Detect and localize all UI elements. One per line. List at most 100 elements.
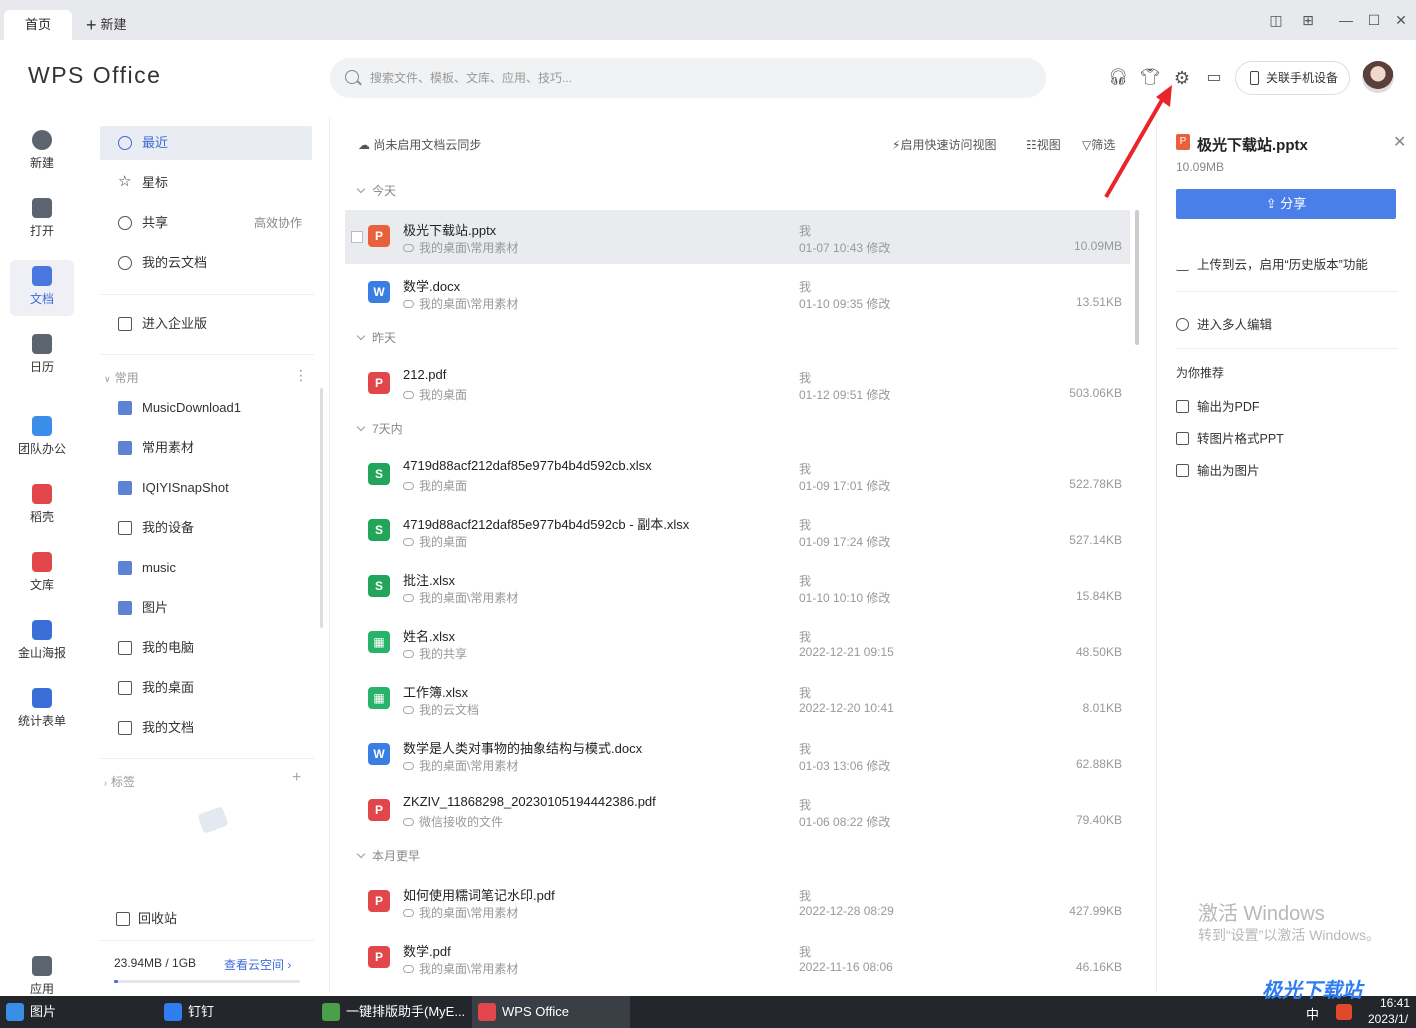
file-row[interactable]: W 数学是人类对事物的抽象结构与模式.docx 我的桌面\常用素材 我 01-03 13…: [345, 728, 1130, 782]
file-detail-panel: P 极光下载站.pptx ✕ 10.09MB ⇪ 分享 上传到云，启用“历史版本…: [1156, 118, 1416, 993]
sidebar-common-item[interactable]: 我的文档: [100, 711, 312, 745]
sidebar-item-recycle[interactable]: 回收站: [100, 902, 312, 936]
link-phone-button[interactable]: 关联手机设备: [1235, 61, 1350, 95]
nav-item-8[interactable]: 统计表单: [10, 682, 74, 738]
activation-watermark-title: 激活 Windows: [1198, 903, 1325, 925]
add-tag-icon[interactable]: +: [292, 769, 301, 787]
file-row[interactable]: P 如何使用糯词笔记水印.pdf 我的桌面\常用素材 我 2022-12-28 08:2…: [345, 875, 1130, 929]
group-title: 7天内: [372, 422, 403, 436]
chevron-down-icon: [356, 422, 366, 432]
group-header-today[interactable]: 今天: [356, 182, 396, 199]
tab-new-button[interactable]: + 新建: [86, 10, 127, 40]
nav-item-3[interactable]: 日历: [10, 328, 74, 384]
sidebar-common-item[interactable]: MusicDownload1: [100, 391, 312, 425]
sidebar-item-star[interactable]: ☆ 星标: [100, 166, 312, 200]
sogou-ime-icon[interactable]: [1336, 1004, 1352, 1020]
multi-edit-action[interactable]: 进入多人编辑: [1176, 314, 1272, 333]
filter-button[interactable]: ▽筛选: [1082, 136, 1115, 153]
nav-item-0[interactable]: 新建: [10, 124, 74, 180]
file-row[interactable]: S 4719d88acf212daf85e977b4b4d592cb.xlsx 我的…: [345, 448, 1130, 502]
cloud-sync-status[interactable]: ☁ 尚未启用文档云同步: [358, 136, 481, 153]
sidebar-scrollbar[interactable]: [320, 388, 323, 628]
group-header-week[interactable]: 7天内: [356, 420, 403, 437]
nav-item-2[interactable]: 文档: [10, 260, 74, 316]
file-row[interactable]: P 数学.pdf 我的桌面\常用素材 我 2022-11-16 08:06 46.16KB: [345, 931, 1130, 985]
recommend-action[interactable]: 输出为PDF: [1176, 396, 1260, 415]
clock-date[interactable]: 2023/1/: [1368, 1012, 1408, 1026]
view-button[interactable]: ☷视图: [1026, 136, 1061, 153]
quick-view-button[interactable]: ⚡︎启用快速访问视图: [892, 136, 996, 153]
taskbar-app[interactable]: WPS Office: [472, 996, 630, 1028]
sidebar-common-item[interactable]: music: [100, 551, 312, 585]
group-header-month[interactable]: 本月更早: [356, 847, 420, 864]
et-file-icon: ▦: [368, 687, 390, 709]
file-path: 我的桌面\常用素材: [403, 239, 518, 256]
sidebar-label-share: 共享: [142, 215, 169, 230]
share-button[interactable]: ⇪ 分享: [1176, 189, 1396, 219]
upload-icon: [1176, 258, 1189, 271]
recommend-action[interactable]: 转图片格式PPT: [1176, 428, 1284, 447]
sidebar-common-item[interactable]: 图片: [100, 591, 312, 625]
upload-cloud-action[interactable]: 上传到云，启用“历史版本”功能: [1176, 254, 1368, 273]
close-window-icon[interactable]: ✕: [1392, 11, 1410, 29]
nav-label: 新建: [29, 156, 54, 170]
nav-item-1[interactable]: 打开: [10, 192, 74, 248]
taskbar-app-label: WPS Office: [502, 1004, 569, 1019]
sidebar-common-item[interactable]: 我的设备: [100, 511, 312, 545]
more-icon[interactable]: ⋮: [294, 367, 308, 384]
sidebar-item-recent[interactable]: 最近: [100, 126, 312, 160]
tags-section-header[interactable]: › 标签: [104, 773, 135, 790]
avatar[interactable]: [1362, 61, 1394, 93]
maximize-icon[interactable]: ☐: [1365, 11, 1383, 29]
search-input[interactable]: 搜索文件、模板、文库、应用、技巧...: [330, 58, 1046, 98]
grid-view-icon[interactable]: ⊞: [1299, 11, 1317, 29]
divider: [1176, 348, 1398, 349]
file-row[interactable]: P 极光下载站.pptx 我的桌面\常用素材 我 01-07 10:43 修改 10.09…: [345, 210, 1130, 264]
sidebar-common-item[interactable]: 常用素材: [100, 431, 312, 465]
file-size: 503.06KB: [1069, 386, 1122, 400]
cloud-icon: [118, 256, 132, 270]
tab-home[interactable]: 首页: [4, 10, 72, 40]
minimize-icon[interactable]: —: [1337, 11, 1355, 29]
sidebar-common-item[interactable]: IQIYISnapShot: [100, 471, 312, 505]
sidebar-toggle-icon[interactable]: ◫: [1267, 11, 1285, 29]
sidebar-item-cloud[interactable]: 我的云文档: [100, 246, 312, 280]
file-row[interactable]: ▦ 工作簿.xlsx 我的云文档 我 2022-12-20 10:41 8.01KB: [345, 672, 1130, 726]
nav-item-4[interactable]: 团队办公: [10, 410, 74, 466]
file-row[interactable]: W 数学.docx 我的桌面\常用素材 我 01-10 09:35 修改 13.51KB: [345, 266, 1130, 320]
sidebar-item-enterprise[interactable]: 进入企业版: [100, 307, 312, 341]
file-row[interactable]: ▦ 姓名.xlsx 我的共享 我 2022-12-21 09:15 48.50KB: [345, 616, 1130, 670]
file-modified-time: 01-07 10:43 修改: [799, 241, 891, 255]
left-navigation: 新建 打开 文档 日历 团队办公 稻壳 文库 金山海报 统计表单 应用: [0, 118, 84, 996]
taskbar-app[interactable]: 一键排版助手(MyE...: [316, 996, 466, 1028]
file-list-scrollbar[interactable]: [1135, 210, 1139, 345]
view-cloud-space-link[interactable]: 查看云空间 ›: [224, 956, 291, 973]
nav-item-5[interactable]: 稻壳: [10, 478, 74, 534]
sidebar-item-share[interactable]: 共享 高效协作: [100, 206, 312, 240]
sidebar-common-item[interactable]: 我的桌面: [100, 671, 312, 705]
taskbar-app[interactable]: 图片: [0, 996, 150, 1028]
recommend-action[interactable]: 输出为图片: [1176, 460, 1260, 479]
calendar-icon: [32, 334, 52, 354]
taskbar-app[interactable]: 钉钉: [158, 996, 308, 1028]
common-section-header[interactable]: ∨ 常用: [104, 369, 139, 386]
file-row[interactable]: P ZKZIV_11868298_20230105194442386.pdf 微信接…: [345, 784, 1130, 838]
nav-item-6[interactable]: 文库: [10, 546, 74, 602]
message-icon[interactable]: ▭: [1204, 68, 1224, 88]
file-row[interactable]: S 批注.xlsx 我的桌面\常用素材 我 01-10 10:10 修改 15.84KB: [345, 560, 1130, 614]
file-row[interactable]: P 212.pdf 我的桌面 我 01-12 09:51 修改 503.06KB: [345, 357, 1130, 411]
nav-item-7[interactable]: 金山海报: [10, 614, 74, 670]
ime-indicator[interactable]: 中: [1306, 1004, 1319, 1023]
clock-time[interactable]: 16:41: [1380, 996, 1410, 1010]
close-icon[interactable]: ✕: [1393, 132, 1406, 152]
row-checkbox[interactable]: [351, 231, 363, 243]
file-owner: 我: [799, 630, 812, 644]
taskbar-app-label: 一键排版助手(MyE...: [346, 1004, 466, 1019]
file-row[interactable]: S 4719d88acf212daf85e977b4b4d592cb - 副本.x…: [345, 504, 1130, 558]
chevron-down-icon: ∨: [104, 374, 111, 384]
group-header-yesterday[interactable]: 昨天: [356, 329, 396, 346]
file-modified-time: 01-09 17:01 修改: [799, 479, 891, 493]
file-path-text: 我的桌面\常用素材: [419, 759, 519, 773]
sidebar-common-item[interactable]: 我的电脑: [100, 631, 312, 665]
cloud-status-icon: [403, 244, 414, 252]
